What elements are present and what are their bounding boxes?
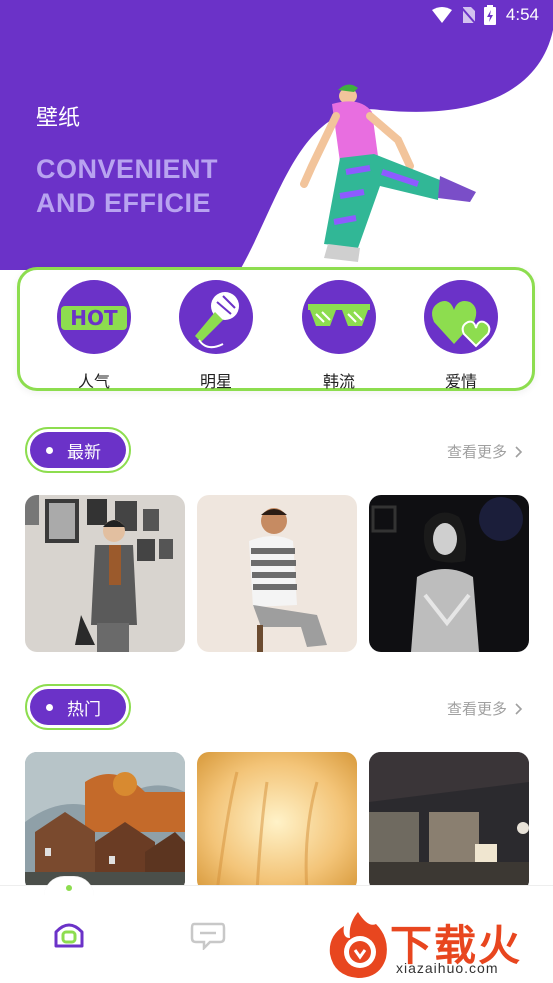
category-card: HOT 人气 明星 韩流 爱情 (17, 267, 535, 391)
chevron-right-icon (515, 702, 523, 715)
wallpaper-thumbnail[interactable] (25, 752, 185, 892)
category-love[interactable]: 爱情 (421, 280, 501, 392)
hearts-icon (424, 280, 498, 354)
nav-messages-button[interactable] (190, 920, 226, 954)
nav-home-button[interactable] (52, 920, 86, 954)
hot-icon: HOT (57, 280, 131, 354)
category-label: 人气 (77, 372, 110, 391)
category-popular[interactable]: HOT 人气 (54, 280, 134, 392)
see-more-label: 查看更多 (446, 700, 507, 718)
chat-icon (190, 922, 226, 952)
category-stars[interactable]: 明星 (176, 280, 256, 392)
hot-see-more-link[interactable]: 查看更多 (447, 698, 523, 719)
category-label: 韩流 (322, 372, 355, 391)
flame-logo-icon (329, 912, 387, 978)
home-icon (54, 923, 84, 948)
category-korean[interactable]: 韩流 (299, 280, 379, 392)
category-label: 爱情 (444, 372, 477, 391)
chevron-right-icon (515, 445, 523, 458)
latest-see-more-link[interactable]: 查看更多 (447, 441, 523, 462)
wallpaper-thumbnail[interactable] (197, 495, 357, 652)
wallpaper-thumbnail[interactable] (25, 495, 185, 652)
section-latest-tag: 最新 (25, 427, 131, 473)
microphone-icon (179, 280, 253, 354)
active-indicator-dot (66, 885, 72, 891)
svg-text:HOT: HOT (70, 306, 118, 330)
bullet-dot (46, 703, 53, 711)
status-time: 4:54 (505, 5, 539, 24)
category-label: 明星 (199, 372, 232, 391)
watermark-url: xiazaihuo.com (396, 960, 499, 976)
section-hot-tag: 热门 (25, 684, 131, 730)
no-sim-icon (460, 6, 476, 24)
page-title: 壁纸 (36, 106, 81, 131)
section-title: 最新 (67, 442, 101, 463)
watermark-logo: 下载火 xiazaihuo.com (324, 908, 546, 980)
wallpaper-thumbnail[interactable] (369, 752, 529, 892)
battery-icon (483, 5, 496, 25)
wallpaper-thumbnail[interactable] (369, 495, 529, 652)
dancer-illustration (300, 84, 476, 262)
wallpaper-thumbnail[interactable] (197, 752, 357, 892)
hero-subtitle: CONVENIENT AND EFFICIE (36, 154, 219, 218)
see-more-label: 查看更多 (446, 443, 507, 461)
section-title: 热门 (67, 699, 101, 720)
bullet-dot (46, 446, 53, 454)
sunglasses-icon (302, 280, 376, 354)
status-bar: 4:54 (0, 0, 553, 32)
wifi-icon (431, 7, 452, 23)
